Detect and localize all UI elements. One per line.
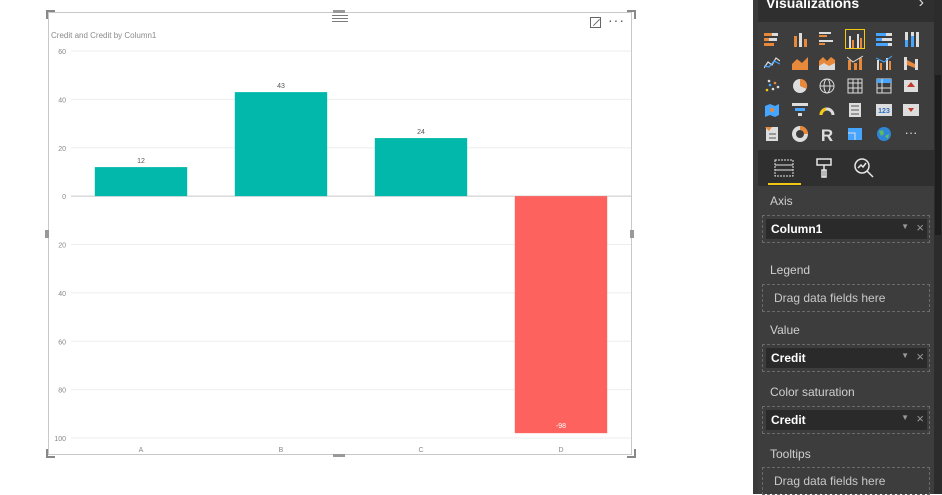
- filled-map-icon[interactable]: [901, 76, 921, 96]
- y-tick-label: 100: [54, 436, 66, 443]
- tooltips-label: Tooltips: [770, 447, 811, 461]
- area-chart-icon[interactable]: [790, 52, 810, 72]
- shape-map-icon[interactable]: [845, 124, 865, 144]
- axis-field-remove-icon[interactable]: ×: [916, 220, 924, 235]
- value-field-remove-icon[interactable]: ×: [916, 349, 924, 364]
- kpi-icon[interactable]: [901, 100, 921, 120]
- pane-title: Visualizations: [766, 0, 860, 11]
- data-label: 43: [277, 83, 285, 90]
- svg-text:R: R: [821, 126, 833, 142]
- x-tick-label: A: [139, 447, 144, 454]
- resize-handle-left[interactable]: [45, 230, 49, 238]
- resize-handle-bottom-right[interactable]: [627, 449, 636, 458]
- color-saturation-well[interactable]: Credit ▼ ×: [762, 406, 930, 434]
- bar-d: [514, 196, 608, 434]
- format-tab-icon[interactable]: [812, 156, 836, 180]
- y-tick-label: 40: [58, 291, 66, 298]
- map-icon[interactable]: [762, 100, 782, 120]
- legend-well-placeholder: Drag data fields here: [774, 291, 886, 305]
- pane-tabs: [758, 150, 934, 186]
- legend-label: Legend: [770, 263, 811, 277]
- svg-text:123: 123: [878, 108, 890, 115]
- value-label: Value: [770, 323, 800, 337]
- value-field-pill[interactable]: Credit ▼ ×: [766, 348, 927, 368]
- r-visual-icon[interactable]: R: [817, 124, 837, 144]
- clustered-column-icon[interactable]: [845, 29, 865, 49]
- x-tick-label: C: [418, 447, 423, 454]
- axis-field-name: Column1: [771, 222, 823, 236]
- y-tick-label: 60: [58, 339, 66, 346]
- y-tick-label: 20: [58, 243, 66, 250]
- pane-scrollbar-thumb[interactable]: [935, 75, 941, 235]
- tooltips-well-placeholder: Drag data fields here: [774, 474, 886, 488]
- active-tab-indicator: [768, 183, 801, 185]
- more-visuals-icon[interactable]: ···: [901, 124, 921, 144]
- y-tick-label: 80: [58, 388, 66, 395]
- stacked-column-icon[interactable]: [790, 29, 810, 49]
- resize-handle-top[interactable]: [333, 10, 345, 13]
- resize-handle-right[interactable]: [630, 230, 634, 238]
- value-field-name: Credit: [771, 351, 806, 365]
- value-well[interactable]: Credit ▼ ×: [762, 344, 930, 372]
- color-saturation-field-name: Credit: [771, 413, 806, 427]
- bar-a: [94, 167, 188, 197]
- bar-b: [234, 92, 328, 197]
- data-label: 24: [417, 129, 425, 136]
- 100-stacked-bar-icon[interactable]: [874, 29, 894, 49]
- line-clustered-column-icon[interactable]: [874, 52, 894, 72]
- clustered-bar-icon[interactable]: [817, 29, 837, 49]
- color-saturation-dropdown-icon[interactable]: ▼: [901, 413, 909, 422]
- gauge-icon[interactable]: [817, 100, 837, 120]
- axis-well[interactable]: Column1 ▼ ×: [762, 215, 930, 243]
- pane-header: Visualizations ›: [758, 0, 934, 22]
- color-saturation-remove-icon[interactable]: ×: [916, 411, 924, 426]
- matrix-icon[interactable]: [874, 76, 894, 96]
- x-tick-label: B: [279, 447, 284, 454]
- funnel-icon[interactable]: [790, 100, 810, 120]
- chart-plot: 60 40 20 0 20 40 60 80 100 12 A 43 B 24 C -98 D: [54, 49, 631, 454]
- y-tick-label: 60: [58, 49, 66, 56]
- legend-well[interactable]: Drag data fields here: [762, 284, 930, 312]
- line-column-icon[interactable]: [845, 52, 865, 72]
- resize-handle-top-left[interactable]: [46, 10, 55, 19]
- globe-icon[interactable]: [874, 124, 894, 144]
- x-tick-label: D: [558, 447, 563, 454]
- y-tick-label: 0: [62, 194, 66, 201]
- resize-handle-top-right[interactable]: [627, 10, 636, 19]
- multi-row-card-icon[interactable]: [845, 100, 865, 120]
- axis-field-dropdown-icon[interactable]: ▼: [901, 222, 909, 231]
- analytics-tab-icon[interactable]: [852, 156, 876, 180]
- data-label: 12: [137, 158, 145, 165]
- bar-c: [374, 138, 468, 197]
- pane-scrollbar[interactable]: [934, 0, 942, 494]
- scatter-icon[interactable]: [762, 76, 782, 96]
- axis-field-pill[interactable]: Column1 ▼ ×: [766, 219, 927, 239]
- y-tick-label: 20: [58, 146, 66, 153]
- data-label: -98: [556, 423, 566, 430]
- fields-tab-icon[interactable]: [772, 156, 796, 180]
- y-tick-label: 40: [58, 97, 66, 104]
- 100-stacked-column-icon[interactable]: [901, 29, 921, 49]
- axis-label: Axis: [770, 194, 793, 208]
- resize-handle-bottom[interactable]: [333, 454, 345, 457]
- column-chart-visual[interactable]: ··· Credit and Credit by Column1 60 40 20 0…: [48, 12, 632, 455]
- table-icon[interactable]: [845, 76, 865, 96]
- line-chart-icon[interactable]: [762, 52, 782, 72]
- globe-map-icon[interactable]: [817, 76, 837, 96]
- stacked-bar-icon[interactable]: [762, 29, 782, 49]
- pie-icon[interactable]: [790, 76, 810, 96]
- color-saturation-field-pill[interactable]: Credit ▼ ×: [766, 410, 927, 430]
- visualizations-pane: Visualizations › 123 R ··· Axis Column1 ▼ …: [758, 0, 934, 495]
- stacked-area-icon[interactable]: [817, 52, 837, 72]
- donut-icon[interactable]: [790, 124, 810, 144]
- collapse-pane-icon[interactable]: ›: [919, 0, 924, 12]
- resize-handle-bottom-left[interactable]: [46, 449, 55, 458]
- slicer-icon[interactable]: [762, 124, 782, 144]
- svg-text:···: ···: [905, 126, 918, 140]
- color-saturation-label: Color saturation: [770, 385, 855, 399]
- card-icon[interactable]: 123: [874, 100, 894, 120]
- tooltips-well[interactable]: Drag data fields here: [762, 467, 930, 495]
- value-field-dropdown-icon[interactable]: ▼: [901, 351, 909, 360]
- ribbon-chart-icon[interactable]: [901, 52, 921, 72]
